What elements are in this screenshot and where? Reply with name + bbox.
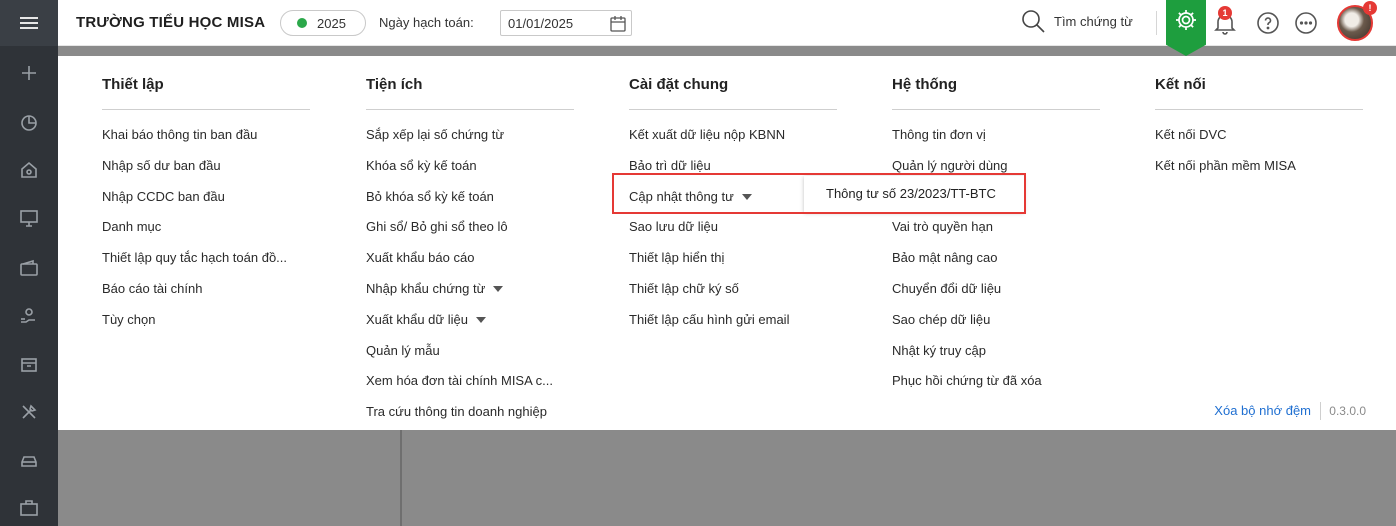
box-icon[interactable] <box>19 354 39 374</box>
version-label: 0.3.0.0 <box>1329 404 1366 418</box>
menu-item[interactable]: Xuất khẩu báo cáo <box>366 243 574 274</box>
workspace-divider <box>400 430 402 526</box>
menu-column-connections: Kết nối Kết nối DVC Kết nối phần mềm MIS… <box>1155 76 1363 182</box>
menu-item[interactable]: Nhập CCDC ban đầu <box>102 182 310 213</box>
caret-down-icon <box>475 317 486 324</box>
menu-item[interactable]: Kết nối phần mềm MISA <box>1155 151 1363 182</box>
avatar[interactable]: ! <box>1337 1 1377 41</box>
more-button[interactable] <box>1294 11 1318 35</box>
tools-icon[interactable] <box>19 402 39 422</box>
gear-icon <box>1176 10 1196 30</box>
footer-divider <box>1320 402 1321 420</box>
menu-item-label: Xuất khẩu dữ liệu <box>366 311 468 327</box>
menu-item[interactable]: Khai báo thông tin ban đầu <box>102 120 310 151</box>
menu-item[interactable]: Thiết lập hiển thị <box>629 243 837 274</box>
avatar-alert-badge: ! <box>1363 1 1377 15</box>
search-label: Tìm chứng từ <box>1054 13 1133 29</box>
report-icon[interactable] <box>19 112 39 132</box>
notification-button[interactable]: 1 <box>1212 6 1238 36</box>
left-sidebar <box>0 0 58 526</box>
car-icon[interactable] <box>19 450 39 470</box>
more-icon <box>1295 12 1317 34</box>
help-icon <box>1257 12 1279 34</box>
menu-item[interactable]: Nhập số dư ban đầu <box>102 151 310 182</box>
column-title: Kết nối <box>1155 76 1363 110</box>
monitor-icon[interactable] <box>19 208 39 228</box>
top-header: TRƯỜNG TIỂU HỌC MISA 2025 Ngày hạch toán… <box>58 0 1396 56</box>
settings-dropdown-menu: Thiết lập Khai báo thông tin ban đầu Nhậ… <box>58 56 1396 430</box>
menu-item[interactable]: Kết xuất dữ liệu nộp KBNN <box>629 120 837 151</box>
menu-item[interactable]: Thiết lập chữ ký số <box>629 274 837 305</box>
calendar-icon[interactable] <box>609 15 627 33</box>
search-icon <box>1022 10 1045 33</box>
menu-column-system: Hệ thống Thông tin đơn vị Quản lý người … <box>892 76 1100 397</box>
column-title: Thiết lập <box>102 76 310 110</box>
settings-button[interactable] <box>1166 0 1206 56</box>
status-dot <box>297 18 307 28</box>
menu-item[interactable]: Sao chép dữ liệu <box>892 305 1100 336</box>
menu-column-setup: Thiết lập Khai báo thông tin ban đầu Nhậ… <box>102 76 310 336</box>
menu-item[interactable]: Tùy chọn <box>102 305 310 336</box>
menu-item[interactable]: Kết nối DVC <box>1155 120 1363 151</box>
date-label: Ngày hạch toán: <box>379 15 474 30</box>
menu-item[interactable]: Bỏ khóa sổ kỳ kế toán <box>366 182 574 213</box>
home-icon[interactable] <box>19 160 39 180</box>
menu-item[interactable]: Sao lưu dữ liệu <box>629 212 837 243</box>
menu-item-export-data[interactable]: Xuất khẩu dữ liệu <box>366 305 574 336</box>
header-divider <box>1156 11 1157 35</box>
school-name: TRƯỜNG TIỂU HỌC MISA <box>76 14 266 31</box>
wallet-icon[interactable] <box>19 258 39 278</box>
menu-item[interactable]: Phục hồi chứng từ đã xóa <box>892 366 1100 397</box>
menu-toggle-button[interactable] <box>0 0 58 46</box>
menu-item[interactable]: Quản lý mẫu <box>366 336 574 367</box>
help-button[interactable] <box>1256 11 1280 35</box>
column-title: Hệ thống <box>892 76 1100 110</box>
menu-item[interactable]: Sắp xếp lại số chứng từ <box>366 120 574 151</box>
menu-item[interactable]: Danh mục <box>102 212 310 243</box>
search-documents[interactable]: Tìm chứng từ <box>1020 8 1133 34</box>
hand-money-icon[interactable] <box>19 306 39 326</box>
menu-column-utilities: Tiện ích Sắp xếp lại số chứng từ Khóa sổ… <box>366 76 574 428</box>
menu-item[interactable]: Thiết lập quy tắc hạch toán đồ... <box>102 243 310 274</box>
menu-item[interactable]: Thông tin đơn vị <box>892 120 1100 151</box>
menu-item[interactable]: Thiết lập cấu hình gửi email <box>629 305 837 336</box>
menu-item-label: Nhập khẩu chứng từ <box>366 280 486 296</box>
menu-item[interactable]: Bảo mật nâng cao <box>892 243 1100 274</box>
menu-item[interactable]: Xem hóa đơn tài chính MISA c... <box>366 366 574 397</box>
posting-date-value: 01/01/2025 <box>508 16 574 31</box>
year-selector[interactable]: 2025 <box>280 10 366 36</box>
column-title: Cài đặt chung <box>629 76 837 110</box>
posting-date-input[interactable]: 01/01/2025 <box>500 10 632 36</box>
highlight-annotation <box>612 173 1026 214</box>
menu-item[interactable]: Báo cáo tài chính <box>102 274 310 305</box>
column-title: Tiện ích <box>366 76 574 110</box>
clear-cache-link[interactable]: Xóa bộ nhớ đệm <box>1214 403 1311 418</box>
add-icon[interactable] <box>19 63 39 83</box>
menu-item[interactable]: Khóa sổ kỳ kế toán <box>366 151 574 182</box>
menu-item-import-documents[interactable]: Nhập khẩu chứng từ <box>366 274 574 305</box>
briefcase-icon[interactable] <box>19 498 39 518</box>
workspace-background <box>58 430 400 526</box>
menu-item[interactable]: Tra cứu thông tin doanh nghiệp <box>366 397 574 428</box>
year-value: 2025 <box>317 15 346 31</box>
notification-badge: 1 <box>1218 6 1232 20</box>
menu-item[interactable]: Ghi sổ/ Bỏ ghi sổ theo lô <box>366 212 574 243</box>
menu-item[interactable]: Vai trò quyền hạn <box>892 212 1100 243</box>
menu-item[interactable]: Chuyển đổi dữ liệu <box>892 274 1100 305</box>
menu-icon <box>20 14 38 32</box>
menu-item[interactable]: Nhật ký truy cập <box>892 336 1100 367</box>
caret-down-icon <box>493 286 504 293</box>
